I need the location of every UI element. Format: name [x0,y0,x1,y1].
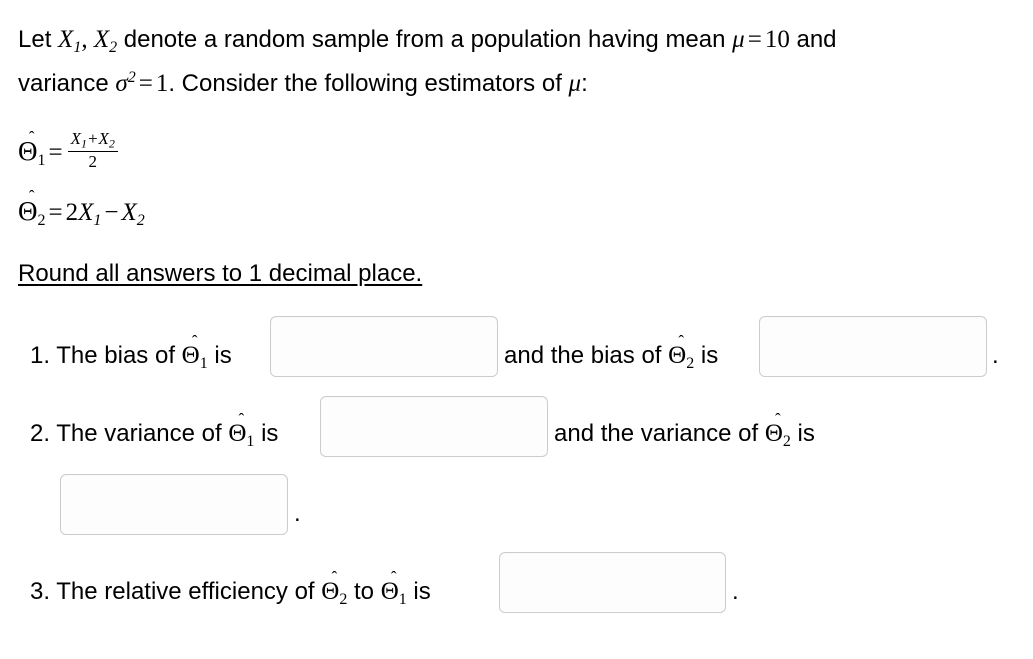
question-1-text-part-b: and the bias of ˆ Θ2 is [504,332,719,373]
bias-theta2-input[interactable] [759,316,987,377]
sigma-squared-symbol: σ2 [115,69,136,97]
theta-hat-1-symbol: ˆ Θ1 [181,332,208,373]
random-variable-x2: X2 [121,199,145,229]
random-variable-x1: X1 [78,199,102,229]
bias-theta1-input[interactable] [270,316,498,377]
theta-hat-2-symbol: ˆ Θ2 [321,568,348,609]
minus-sign: − [104,199,119,226]
question-1-trailing-period: . [992,342,999,369]
theta-hat-2-symbol: ˆ Θ2 [668,332,695,373]
theta-hat-1-symbol: ˆ Θ1 [228,410,255,451]
text-fragment: Let [18,26,59,53]
question-3-trailing-period: . [732,578,739,605]
mean-value: 10 [764,26,790,53]
worksheet-page: Let X1, X2 denote a random sample from a… [0,0,1033,659]
fraction-x1-plus-x2-over-2: X1+X2 2 [67,129,118,172]
question-1-text-part-a: 1. The bias of ˆ Θ1 is [30,332,232,373]
comma-separator: , [81,26,94,53]
text-fragment: is [694,342,719,369]
equals-sign: = [48,199,63,226]
question-3-text: 3. The relative efficiency of ˆ Θ2 to ˆ Θ1… [30,568,431,609]
text-fragment: is [254,420,279,447]
text-fragment: is [406,578,431,605]
fraction-denominator: 2 [88,152,97,172]
relative-efficiency-input[interactable] [499,552,726,613]
problem-statement-line-1: Let X1, X2 denote a random sample from a… [18,27,837,56]
equals-sign: = [747,26,762,53]
fraction-numerator: X1+X2 [70,129,115,151]
text-fragment: . Consider the following estimators of [168,69,569,97]
text-fragment: 2. The variance of [30,420,229,447]
question-2-trailing-period: . [294,500,301,527]
text-fragment: variance [18,69,116,97]
variance-theta1-input[interactable] [320,396,548,457]
question-2-text-part-b: and the variance of ˆ Θ2 is [554,410,815,451]
text-fragment: 1. The bias of [30,342,182,369]
equals-sign: = [48,139,63,167]
random-variable-x1: X1 [58,26,82,56]
random-variable-x2: X2 [93,26,118,56]
theta-hat-1-symbol: ˆ Θ1 [18,127,46,170]
text-fragment: is [207,342,232,369]
text-fragment: and the bias of [504,342,669,369]
question-2-text-part-a: 2. The variance of ˆ Θ1 is [30,410,279,451]
theta-hat-1-symbol: ˆ Θ1 [380,568,407,609]
variance-value: 1 [155,69,169,97]
variance-theta2-input[interactable] [60,474,288,535]
estimator-theta1-equation: ˆ Θ1 = X1+X2 2 [18,127,120,172]
problem-statement-line-2: variance σ2 = 1. Consider the following es… [18,70,588,96]
equals-sign: = [138,69,153,97]
theta-hat-2-symbol: ˆ Θ2 [764,410,791,451]
rounding-instruction: Round all answers to 1 decimal place. [18,260,423,287]
theta-hat-2-symbol: ˆ Θ2 [18,187,46,230]
mu-symbol: μ [568,69,582,97]
text-fragment: : [581,69,588,97]
text-fragment: is [790,420,815,447]
text-fragment: 3. The relative efficiency of [30,578,322,605]
text-fragment: denote a random sample from a population… [117,26,733,53]
text-fragment: and the variance of [554,420,765,447]
text-fragment: to [347,578,381,605]
coefficient-2: 2 [65,199,79,226]
text-fragment: and [789,26,837,53]
estimator-theta2-equation: ˆ Θ2 = 2X1− X2 [18,187,145,230]
mu-symbol: μ [732,26,745,53]
